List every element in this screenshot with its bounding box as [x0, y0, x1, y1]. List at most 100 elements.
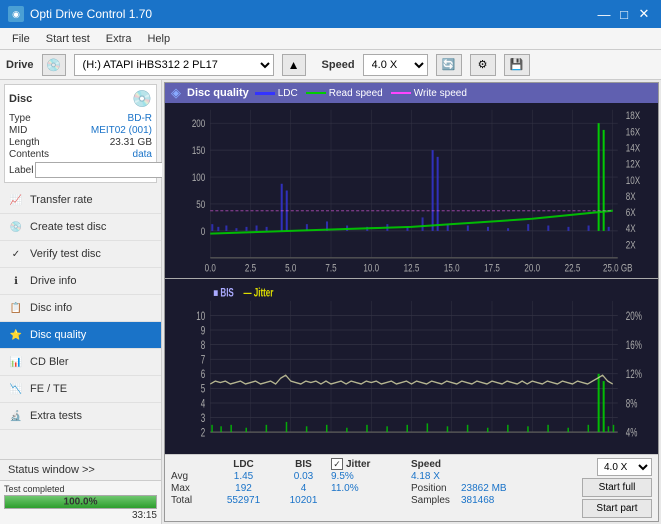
- stats-position-label: Position: [411, 483, 461, 494]
- svg-text:20.0: 20.0: [524, 262, 540, 274]
- disc-icon: 💿: [132, 89, 152, 109]
- stats-header-bis: BIS: [276, 459, 331, 470]
- status-window-button[interactable]: Status window >>: [0, 460, 161, 481]
- status-time: 33:15: [4, 510, 157, 521]
- sidebar-label-verify-test-disc: Verify test disc: [30, 248, 101, 260]
- sidebar-item-extra-tests[interactable]: 🔬 Extra tests: [0, 403, 161, 430]
- disc-panel-title: Disc: [9, 93, 32, 105]
- disc-label-input[interactable]: [35, 162, 173, 178]
- minimize-button[interactable]: —: [595, 5, 613, 23]
- sidebar-label-transfer-rate: Transfer rate: [30, 194, 93, 206]
- menubar: File Start test Extra Help: [0, 28, 661, 50]
- menu-start-test[interactable]: Start test: [38, 31, 98, 47]
- legend-write-speed-label: Write speed: [414, 88, 467, 99]
- speed-select-bottom[interactable]: 4.0 X: [597, 458, 652, 476]
- stats-max-bis: 4: [276, 483, 331, 494]
- svg-text:10.0: 10.0: [363, 262, 379, 274]
- sidebar-item-disc-info[interactable]: 📋 Disc info: [0, 295, 161, 322]
- nav-items: 📈 Transfer rate 💿 Create test disc ✓ Ver…: [0, 187, 161, 459]
- start-full-button[interactable]: Start full: [582, 478, 652, 497]
- refresh-button[interactable]: 🔄: [436, 54, 462, 76]
- stats-max-jitter: 11.0%: [331, 483, 411, 494]
- disc-label-key: Label: [9, 165, 33, 176]
- menu-extra[interactable]: Extra: [98, 31, 140, 47]
- svg-text:0: 0: [201, 226, 205, 238]
- svg-text:7.5: 7.5: [325, 262, 336, 274]
- config-button[interactable]: ⚙: [470, 54, 496, 76]
- stats-avg-ldc: 1.45: [211, 471, 276, 482]
- sidebar-item-verify-test-disc[interactable]: ✓ Verify test disc: [0, 241, 161, 268]
- stats-avg-jitter: 9.5%: [331, 471, 411, 482]
- charts-wrapper: 200 150 100 50 0 18X 16X 14X 12X 10X 8X …: [165, 103, 658, 454]
- disc-contents-value: data: [133, 149, 152, 160]
- svg-text:17.5: 17.5: [484, 262, 500, 274]
- svg-text:8: 8: [201, 340, 206, 353]
- svg-text:4: 4: [201, 398, 206, 411]
- svg-text:2: 2: [201, 427, 206, 440]
- maximize-button[interactable]: □: [615, 5, 633, 23]
- drive-label: Drive: [6, 59, 34, 71]
- disc-mid-label: MID: [9, 125, 27, 136]
- drive-select[interactable]: (H:) ATAPI iHBS312 2 PL17: [74, 54, 274, 76]
- disc-quality-icon: ⭐: [8, 327, 24, 343]
- status-window-label: Status window >>: [8, 464, 95, 476]
- progress-bar-area: Test completed 100.0% 33:15: [0, 481, 161, 524]
- sidebar-bottom: Status window >> Test completed 100.0% 3…: [0, 459, 161, 524]
- save-button[interactable]: 💾: [504, 54, 530, 76]
- svg-text:150: 150: [192, 145, 205, 157]
- sidebar-label-create-test-disc: Create test disc: [30, 221, 106, 233]
- chart-header-icon: ◈: [171, 85, 181, 101]
- upper-chart-svg: 200 150 100 50 0 18X 16X 14X 12X 10X 8X …: [165, 103, 658, 278]
- sidebar-item-fe-te[interactable]: 📉 FE / TE: [0, 376, 161, 403]
- svg-text:22.5: 22.5: [565, 262, 581, 274]
- start-part-button[interactable]: Start part: [582, 499, 652, 518]
- extra-tests-icon: 🔬: [8, 408, 24, 424]
- svg-text:15.0: 15.0: [444, 262, 460, 274]
- read-speed-color: [306, 92, 326, 94]
- speed-select[interactable]: 4.0 X: [363, 54, 428, 76]
- svg-text:7: 7: [201, 354, 206, 367]
- svg-text:12X: 12X: [626, 159, 641, 171]
- lower-chart-svg: ■ BIS — Jitter: [165, 279, 658, 454]
- stats-total-ldc: 552971: [211, 495, 276, 506]
- sidebar: Disc 💿 Type BD-R MID MEIT02 (001) Length…: [0, 80, 162, 524]
- stats-avg-bis: 0.03: [276, 471, 331, 482]
- svg-text:■ BIS: ■ BIS: [213, 287, 234, 300]
- verify-test-disc-icon: ✓: [8, 246, 24, 262]
- svg-text:10: 10: [196, 311, 205, 324]
- sidebar-item-cd-bler[interactable]: 📊 CD Bler: [0, 349, 161, 376]
- create-test-disc-icon: 💿: [8, 219, 24, 235]
- eject-button[interactable]: ▲: [282, 54, 306, 76]
- sidebar-item-create-test-disc[interactable]: 💿 Create test disc: [0, 214, 161, 241]
- cd-bler-icon: 📊: [8, 354, 24, 370]
- sidebar-item-drive-info[interactable]: ℹ Drive info: [0, 268, 161, 295]
- stats-avg-speed: 4.18 X: [411, 471, 491, 482]
- svg-text:100: 100: [192, 172, 205, 184]
- sidebar-item-transfer-rate[interactable]: 📈 Transfer rate: [0, 187, 161, 214]
- speed-label: Speed: [322, 59, 355, 71]
- close-button[interactable]: ✕: [635, 5, 653, 23]
- svg-text:— Jitter: — Jitter: [243, 287, 273, 300]
- stats-avg-label: Avg: [171, 471, 211, 482]
- sidebar-label-drive-info: Drive info: [30, 275, 76, 287]
- disc-length-value: 23.31 GB: [110, 137, 152, 148]
- svg-text:5: 5: [201, 383, 206, 396]
- chart-legend: LDC Read speed Write speed: [255, 88, 467, 99]
- svg-text:20%: 20%: [626, 311, 642, 324]
- legend-write-speed: Write speed: [391, 88, 467, 99]
- svg-text:12.5: 12.5: [404, 262, 420, 274]
- disc-panel: Disc 💿 Type BD-R MID MEIT02 (001) Length…: [4, 84, 157, 183]
- sidebar-label-cd-bler: CD Bler: [30, 356, 69, 368]
- menu-help[interactable]: Help: [139, 31, 178, 47]
- transfer-rate-icon: 📈: [8, 192, 24, 208]
- svg-text:50: 50: [196, 199, 205, 211]
- svg-text:6: 6: [201, 369, 206, 382]
- menu-file[interactable]: File: [4, 31, 38, 47]
- sidebar-label-disc-info: Disc info: [30, 302, 72, 314]
- svg-text:5.0: 5.0: [285, 262, 296, 274]
- sidebar-item-disc-quality[interactable]: ⭐ Disc quality: [0, 322, 161, 349]
- ldc-color: [255, 92, 275, 95]
- svg-text:6X: 6X: [626, 207, 636, 219]
- svg-text:8X: 8X: [626, 191, 636, 203]
- jitter-checkbox[interactable]: ✓: [331, 458, 343, 470]
